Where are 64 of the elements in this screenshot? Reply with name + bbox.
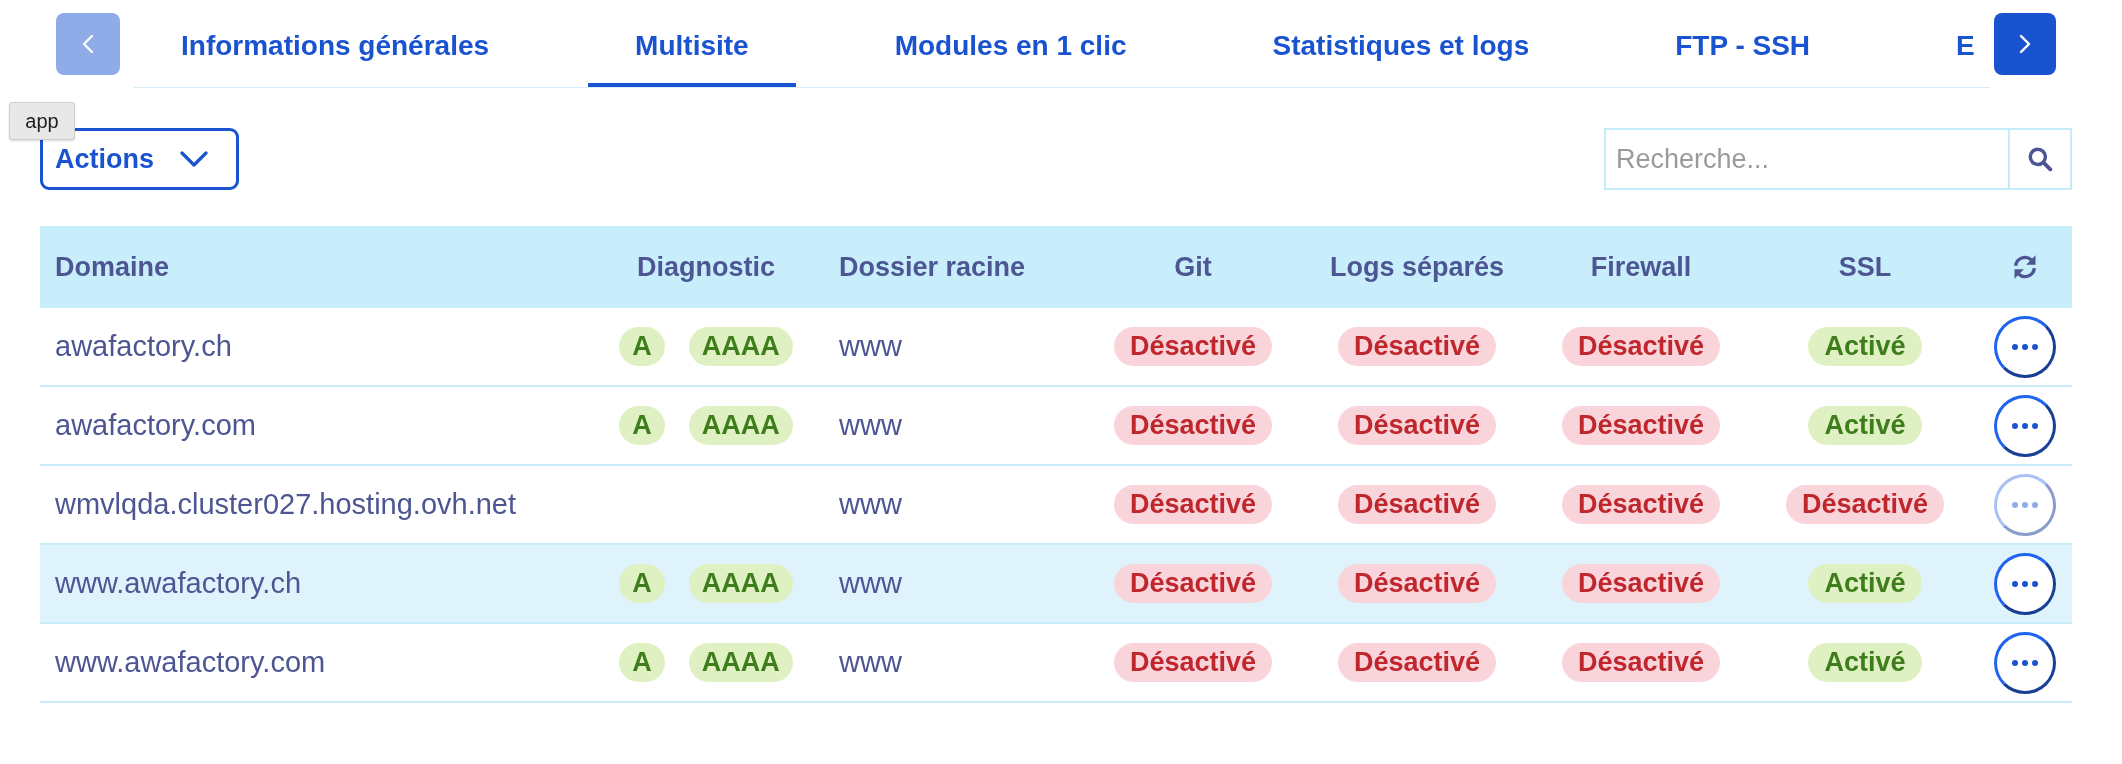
status-badge: Désactivé xyxy=(1113,485,1273,524)
diagnostic-badge: AAAA xyxy=(688,564,793,603)
tab[interactable]: E xyxy=(1909,0,1975,87)
domain-text: awafactory.ch xyxy=(55,330,232,363)
tab[interactable]: Modules en 1 clic xyxy=(847,0,1174,87)
folder-text: www xyxy=(839,488,902,521)
column-header[interactable]: Diagnostic xyxy=(637,251,775,283)
tooltip: app xyxy=(9,102,75,140)
column-header[interactable]: Git xyxy=(1174,251,1212,283)
status-badge: Désactivé xyxy=(1561,406,1721,445)
diagnostic-badge: AAAA xyxy=(688,643,793,682)
tab[interactable]: Statistiques et logs xyxy=(1225,0,1577,87)
status-badge: Désactivé xyxy=(1113,327,1273,366)
folder-text: www xyxy=(839,409,902,442)
column-header[interactable]: Dossier racine xyxy=(839,251,1026,283)
search-button[interactable] xyxy=(2008,128,2072,190)
status-badge: Désactivé xyxy=(1561,564,1721,603)
ellipsis-icon xyxy=(2011,580,2038,587)
ellipsis-icon xyxy=(2011,343,2038,350)
status-badge: Désactivé xyxy=(1337,564,1497,603)
column-header[interactable]: Domaine xyxy=(55,251,170,283)
next-button[interactable] xyxy=(1994,13,2056,75)
status-badge: Activé xyxy=(1808,643,1922,682)
status-badge: Activé xyxy=(1808,564,1922,603)
status-badge: Désactivé xyxy=(1561,643,1721,682)
domain-text: awafactory.com xyxy=(55,409,256,442)
status-badge: Désactivé xyxy=(1561,485,1721,524)
ellipsis-icon xyxy=(2011,501,2038,508)
folder-text: www xyxy=(839,646,902,679)
status-badge: Désactivé xyxy=(1337,485,1497,524)
diagnostic-badge: A xyxy=(619,327,665,366)
domain-text: www.awafactory.com xyxy=(55,646,326,679)
status-badge: Désactivé xyxy=(1785,485,1945,524)
status-badge: Désactivé xyxy=(1113,564,1273,603)
folder-text: www xyxy=(839,567,902,600)
chevron-right-icon xyxy=(2019,34,2031,54)
status-badge: Activé xyxy=(1808,406,1922,445)
diagnostic-badge: AAAA xyxy=(688,406,793,445)
status-badge: Désactivé xyxy=(1337,406,1497,445)
diagnostic-badge: A xyxy=(619,564,665,603)
folder-text: www xyxy=(839,330,902,363)
chevron-down-icon xyxy=(180,151,208,167)
diagnostic-badge: A xyxy=(619,643,665,682)
column-header[interactable]: Logs séparés xyxy=(1329,251,1505,283)
diagnostic-badge: A xyxy=(619,406,665,445)
status-badge: Activé xyxy=(1808,327,1922,366)
status-badge: Désactivé xyxy=(1337,643,1497,682)
column-header[interactable]: Firewall xyxy=(1590,251,1692,283)
status-badge: Désactivé xyxy=(1561,327,1721,366)
tab[interactable]: Informations générales xyxy=(134,0,537,87)
ellipsis-icon xyxy=(2011,659,2038,666)
search-field[interactable]: Recherche... xyxy=(1604,128,2008,190)
status-badge: Désactivé xyxy=(1113,406,1273,445)
column-header[interactable]: SSL xyxy=(1838,251,1892,283)
ellipsis-icon xyxy=(2011,422,2038,429)
status-badge: Désactivé xyxy=(1113,643,1273,682)
tab[interactable]: Multisite xyxy=(588,0,796,87)
status-badge: Désactivé xyxy=(1337,327,1497,366)
domain-text: www.awafactory.ch xyxy=(55,567,302,600)
search-icon xyxy=(2027,146,2053,172)
diagnostic-badge: AAAA xyxy=(688,327,793,366)
chevron-left-icon xyxy=(82,34,94,54)
domain-text: wmvlqda.cluster027.hosting.ovh.net xyxy=(55,488,517,521)
tab[interactable]: FTP - SSH xyxy=(1628,0,1858,87)
